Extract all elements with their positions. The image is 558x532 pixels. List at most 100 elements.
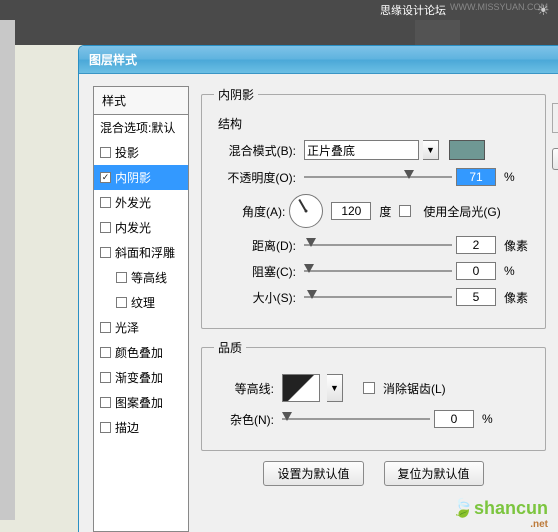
main-fieldset-legend: 内阴影 [214,86,258,103]
window-title: 图层样式 [89,51,137,68]
window-titlebar[interactable]: 图层样式 [79,46,558,74]
choke-unit: % [504,264,515,278]
opacity-slider[interactable] [304,169,452,185]
noise-slider[interactable] [282,411,430,427]
distance-unit: 像素 [504,237,528,254]
angle-unit: 度 [379,203,391,220]
style-item-label: 等高线 [131,269,167,286]
opacity-label: 不透明度(O): [214,169,296,186]
quality-legend: 品质 [214,339,246,356]
style-item-光泽[interactable]: 光泽 [94,315,188,340]
style-item-图案叠加[interactable]: 图案叠加 [94,390,188,415]
checkbox-icon[interactable] [100,247,111,258]
style-item-label: 外发光 [115,194,151,211]
style-item-混合选项:默认[interactable]: 混合选项:默认 [94,115,188,140]
opacity-unit: % [504,170,515,184]
style-item-label: 混合选项:默认 [100,119,175,136]
checkbox-icon[interactable] [116,272,127,283]
angle-input[interactable] [331,202,371,220]
make-default-button[interactable]: 设置为默认值 [263,461,363,486]
distance-slider[interactable] [304,237,452,253]
blend-dropdown-icon[interactable]: ▼ [423,140,439,160]
distance-label: 距离(D): [214,237,296,254]
style-item-label: 描边 [115,419,139,436]
style-item-label: 图案叠加 [115,394,163,411]
style-item-label: 内发光 [115,219,151,236]
app-topbar: 思缘设计论坛 WWW.MISSYUAN.COM ☀ [0,0,558,45]
checkbox-icon[interactable] [100,197,111,208]
leaf-icon: 🍃 [452,498,474,518]
angle-label: 角度(A): [242,203,285,220]
antialias-label: 消除锯齿(L) [383,380,446,397]
angle-dial[interactable] [289,194,323,228]
opacity-row: 不透明度(O): % [214,168,533,186]
style-item-label: 纹理 [131,294,155,311]
style-item-label: 斜面和浮雕 [115,244,175,261]
style-item-内发光[interactable]: 内发光 [94,215,188,240]
style-item-label: 内阴影 [115,169,151,186]
checkbox-icon[interactable] [100,322,111,333]
choke-input[interactable] [456,262,496,280]
blend-mode-select[interactable]: 正片叠底 [304,140,419,160]
brightness-icon[interactable]: ☀ [537,2,553,18]
window-body: 样式 混合选项:默认投影✓内阴影外发光内发光斜面和浮雕等高线纹理光泽颜色叠加渐变… [79,74,558,532]
distance-input[interactable] [456,236,496,254]
quality-fieldset: 品质 等高线: ▼ 消除锯齿(L) 杂色(N): % [201,339,546,451]
opacity-input[interactable] [456,168,496,186]
watermark-sub: .net [452,519,548,530]
layer-style-window: 图层样式 样式 混合选项:默认投影✓内阴影外发光内发光斜面和浮雕等高线纹理光泽颜… [78,45,558,532]
blend-label: 混合模式(B): [214,142,296,159]
checkbox-icon[interactable] [100,397,111,408]
reset-default-button[interactable]: 复位为默认值 [384,461,484,486]
style-item-label: 投影 [115,144,139,161]
size-row: 大小(S): 像素 [214,288,533,306]
checkbox-icon[interactable]: ✓ [100,172,111,183]
checkbox-icon[interactable] [100,372,111,383]
checkbox-icon[interactable] [100,422,111,433]
global-light-label: 使用全局光(G) [423,203,500,220]
style-item-投影[interactable]: 投影 [94,140,188,165]
style-item-内阴影[interactable]: ✓ 内阴影 [94,165,188,190]
choke-slider[interactable] [304,263,452,279]
checkbox-icon[interactable] [100,347,111,358]
style-item-label: 光泽 [115,319,139,336]
style-item-描边[interactable]: 描边 [94,415,188,440]
side-new-button[interactable] [552,148,558,170]
contour-picker[interactable] [282,374,320,402]
size-input[interactable] [456,288,496,306]
global-light-checkbox[interactable] [399,205,411,217]
choke-label: 阻塞(C): [214,263,296,280]
blend-mode-value: 正片叠底 [307,144,355,158]
side-panel-fragment [552,103,558,133]
style-item-渐变叠加[interactable]: 渐变叠加 [94,365,188,390]
style-item-等高线[interactable]: 等高线 [94,265,188,290]
style-item-斜面和浮雕[interactable]: 斜面和浮雕 [94,240,188,265]
noise-label: 杂色(N): [214,411,274,428]
checkbox-icon[interactable] [116,297,127,308]
noise-unit: % [482,412,493,426]
distance-row: 距离(D): 像素 [214,236,533,254]
structure-legend: 结构 [218,115,533,132]
watermark: 🍃shancun .net [452,498,548,530]
shadow-color-swatch[interactable] [449,140,485,160]
top-icon-group: ☀ [537,2,553,18]
settings-pane: 内阴影 结构 混合模式(B): 正片叠底 ▼ 不透明度(O): [189,86,558,532]
style-item-颜色叠加[interactable]: 颜色叠加 [94,340,188,365]
angle-row: 角度(A): 度 使用全局光(G) [242,194,533,228]
default-buttons-row: 设置为默认值 复位为默认值 [201,461,546,486]
top-watermark: WWW.MISSYUAN.COM [450,2,548,12]
checkbox-icon[interactable] [100,222,111,233]
checkbox-icon[interactable] [100,147,111,158]
contour-dropdown-icon[interactable]: ▼ [327,374,343,402]
style-list: 样式 混合选项:默认投影✓内阴影外发光内发光斜面和浮雕等高线纹理光泽颜色叠加渐变… [93,86,189,532]
style-item-外发光[interactable]: 外发光 [94,190,188,215]
style-item-label: 颜色叠加 [115,344,163,361]
forum-label: 思缘设计论坛 [380,2,446,18]
choke-row: 阻塞(C): % [214,262,533,280]
antialias-checkbox[interactable] [363,382,375,394]
size-slider[interactable] [304,289,452,305]
watermark-main: shancun [474,498,548,518]
style-item-纹理[interactable]: 纹理 [94,290,188,315]
noise-row: 杂色(N): % [214,410,533,428]
noise-input[interactable] [434,410,474,428]
